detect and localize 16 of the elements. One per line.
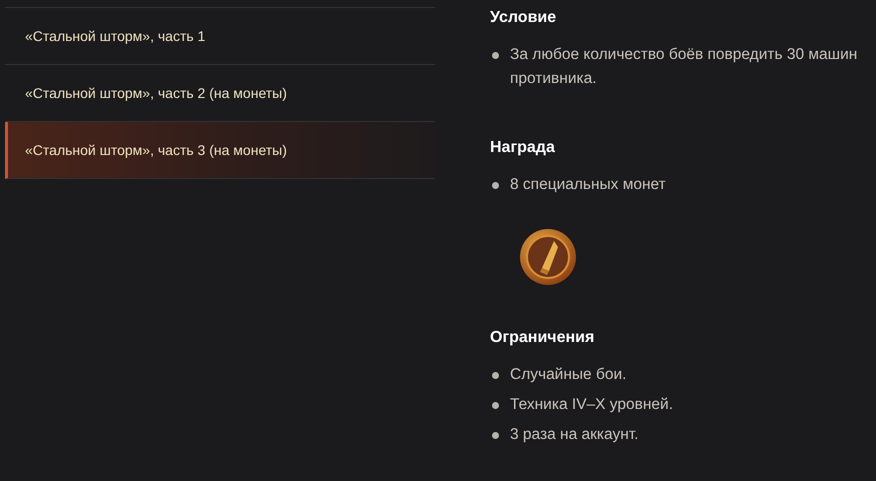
section-text: 3 раза на аккаунт. <box>510 425 638 445</box>
section-text: 8 специальных монет <box>510 175 666 195</box>
mission-tab[interactable]: «Стальной шторм», часть 1 <box>5 8 435 65</box>
bullet-icon <box>492 182 499 189</box>
section-heading: Награда <box>490 139 556 157</box>
section-text: Случайные бои. <box>510 365 626 385</box>
section-heading: Ограничения <box>490 329 596 347</box>
bullet-icon <box>492 402 499 409</box>
section-heading: Условие <box>490 9 558 27</box>
bullet-icon <box>492 372 499 379</box>
mission-tab[interactable]: «Стальной шторм», часть 3 (на монеты) <box>5 122 435 179</box>
bullet-icon <box>492 52 499 59</box>
bullet-icon <box>492 432 499 439</box>
section-text: За любое количество боёв повредить 30 машин противника. <box>510 45 858 89</box>
section-text: Техника IV–X уровней. <box>510 395 673 415</box>
coin-icon <box>518 227 578 287</box>
